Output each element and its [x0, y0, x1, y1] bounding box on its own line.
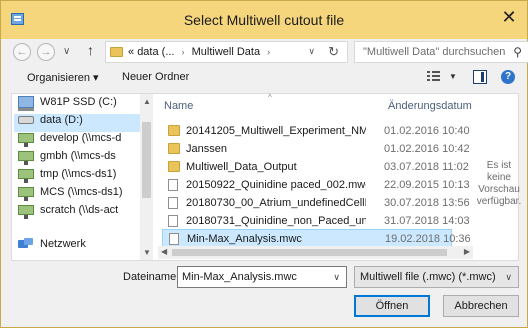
view-controls: ▼ ? [427, 70, 517, 86]
list-item-selected[interactable]: Min-Max_Analysis.mwc 19.02.2018 10:36 [162, 229, 471, 247]
column-header-name[interactable]: Name [164, 100, 193, 112]
list-item[interactable]: 20150922_Quinidine paced_002.mwc 22.09.2… [162, 176, 470, 194]
file-list: Name Änderungsdatum ^ 20141205_Multiwell… [158, 94, 473, 260]
scrollbar-thumb[interactable] [142, 122, 151, 198]
network-drive-icon [18, 205, 34, 220]
scroll-down-icon[interactable]: ▼ [143, 248, 151, 257]
new-folder-button[interactable]: Neuer Ordner [122, 71, 189, 83]
sidebar-item-gmbh[interactable]: gmbh (\\mcs-ds [18, 150, 138, 168]
breadcrumb-data[interactable]: data (... [137, 46, 174, 58]
help-icon[interactable]: ? [501, 70, 515, 84]
sidebar-item-tmp[interactable]: tmp (\\mcs-ds1) [18, 168, 138, 186]
sidebar-item-develop[interactable]: develop (\\mcs-d [18, 132, 138, 150]
filename-dropdown-icon[interactable]: ∨ [333, 272, 340, 283]
search-icon[interactable]: ⚲ [513, 45, 522, 59]
sidebar-scrollbar[interactable]: ▲ ▼ [140, 94, 153, 260]
network-drive-icon [18, 133, 34, 148]
folder-icon [168, 125, 180, 136]
breadcrumb: « data (... › Multiwell Data › [128, 46, 274, 58]
up-folder-button[interactable]: ↑ [87, 42, 94, 58]
scroll-right-icon[interactable]: ▶ [464, 247, 470, 256]
sidebar-item-data-drive[interactable]: data (D:) [14, 114, 140, 132]
file-dialog-window: Select Multiwell cutout file ✕ ← → ∨ ↑ «… [0, 0, 528, 328]
list-item[interactable]: 20180731_Quinidine_non_Paced_undefin... … [162, 212, 470, 230]
list-item[interactable]: 20180730_00_Atrium_undefinedCellLine_...… [162, 194, 470, 212]
file-icon [168, 197, 178, 209]
folder-icon [110, 47, 123, 57]
sidebar-item-network[interactable]: Netzwerk [18, 238, 138, 256]
sidebar-item-mcs[interactable]: MCS (\\mcs-ds1) [18, 186, 138, 204]
address-bar[interactable]: « data (... › Multiwell Data › ∨ ↻ [105, 41, 348, 63]
sidebar-item-ssd[interactable]: W81P SSD (C:) [18, 96, 138, 114]
breadcrumb-overflow[interactable]: « [128, 46, 134, 58]
network-drive-icon [18, 169, 34, 184]
browser-content: W81P SSD (C:) data (D:) develop (\\mcs-d… [11, 93, 521, 261]
open-button[interactable]: Öffnen [354, 295, 430, 317]
sidebar-item-scratch[interactable]: scratch (\\ds-act [18, 204, 138, 222]
refresh-icon[interactable]: ↻ [328, 44, 339, 60]
title-bar[interactable]: Select Multiwell cutout file ✕ [1, 1, 527, 39]
scroll-up-icon[interactable]: ▲ [143, 97, 151, 106]
column-header-date[interactable]: Änderungsdatum [388, 100, 472, 112]
list-item[interactable]: Multiwell_Data_Output 03.07.2018 11:02 [162, 158, 469, 176]
chevron-right-icon[interactable]: › [263, 47, 274, 57]
filename-input[interactable]: Min-Max_Analysis.mwc ∨ [177, 266, 347, 288]
address-dropdown-icon[interactable]: ∨ [308, 46, 315, 57]
no-preview-text: Es ist keine Vorschau verfügbar. [476, 160, 522, 207]
view-dropdown-icon[interactable]: ▼ [449, 72, 457, 81]
sort-indicator-icon: ^ [268, 94, 272, 102]
scrollbar-thumb[interactable] [172, 249, 447, 256]
navigation-pane: W81P SSD (C:) data (D:) develop (\\mcs-d… [12, 94, 155, 260]
preview-pane: Es ist keine Vorschau verfügbar. [474, 94, 521, 260]
organize-button[interactable]: Organisieren ▾ [27, 71, 99, 84]
file-icon [168, 215, 178, 227]
scroll-left-icon[interactable]: ◀ [161, 247, 167, 256]
cancel-button[interactable]: Abbrechen [443, 295, 519, 317]
view-options-icon[interactable] [427, 71, 441, 83]
filetype-value[interactable]: Multiwell file (.mwc) (*.mwc) [360, 271, 496, 283]
network-drive-icon [18, 187, 34, 202]
command-toolbar: Organisieren ▾ Neuer Ordner ▼ ? [1, 67, 527, 89]
forward-button[interactable]: → [37, 43, 55, 61]
ssd-drive-icon [18, 96, 34, 112]
window-title: Select Multiwell cutout file [183, 12, 345, 28]
breadcrumb-multiwell-data[interactable]: Multiwell Data [192, 46, 260, 58]
drive-icon [18, 116, 34, 125]
filename-value[interactable]: Min-Max_Analysis.mwc [182, 271, 297, 283]
filetype-dropdown-icon[interactable]: ∨ [505, 272, 512, 283]
filetype-select[interactable]: Multiwell file (.mwc) (*.mwc) ∨ [354, 266, 519, 288]
close-button[interactable]: ✕ [499, 7, 519, 27]
file-icon [168, 179, 178, 191]
filename-label: Dateiname: [123, 271, 180, 283]
search-box[interactable]: "Multiwell Data" durchsuchen ⚲ [354, 41, 528, 63]
folder-icon [168, 143, 180, 154]
file-icon [169, 233, 179, 245]
preview-pane-icon[interactable] [473, 70, 487, 84]
file-list-scrollbar[interactable]: ◀ ▶ [158, 246, 473, 259]
navigation-bar: ← → ∨ ↑ « data (... › Multiwell Data › ∨… [11, 41, 528, 63]
search-placeholder[interactable]: "Multiwell Data" durchsuchen [363, 46, 505, 58]
chevron-right-icon[interactable]: › [178, 47, 189, 57]
network-drive-icon [18, 151, 34, 166]
back-button[interactable]: ← [13, 43, 31, 61]
network-icon [18, 238, 34, 250]
list-item[interactable]: Janssen 01.02.2016 10:42 [162, 140, 470, 158]
list-item[interactable]: 20141205_Multiwell_Experiment_NMI 01.02.… [162, 122, 470, 140]
recent-locations-dropdown[interactable]: ∨ [63, 46, 70, 57]
folder-icon [168, 161, 180, 172]
dialog-footer: Dateiname: Min-Max_Analysis.mwc ∨ Multiw… [1, 263, 527, 327]
